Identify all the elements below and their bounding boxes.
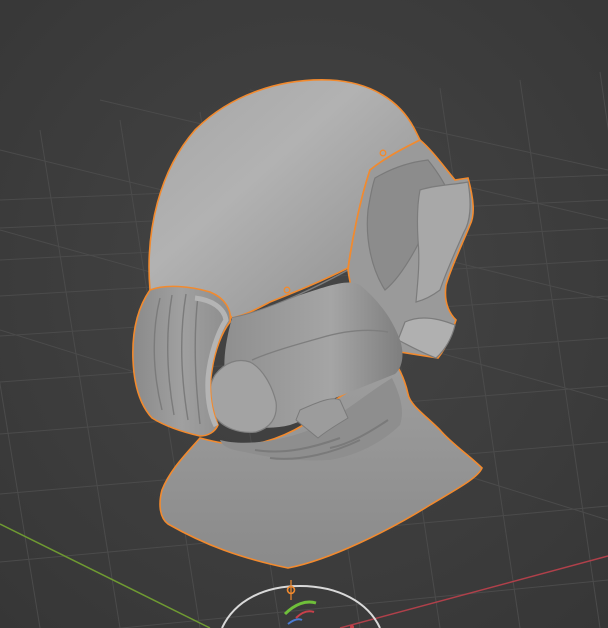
- helmet-mesh[interactable]: [132, 79, 483, 569]
- viewport-canvas[interactable]: [0, 0, 608, 628]
- 3d-viewport[interactable]: [0, 0, 608, 628]
